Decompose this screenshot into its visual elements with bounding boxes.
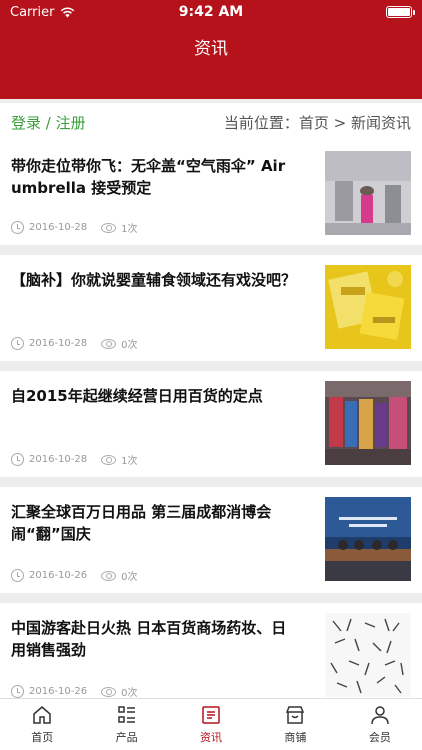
login-register-link[interactable]: 登录 / 注册: [11, 112, 86, 133]
eye-icon: [101, 338, 117, 349]
eye-icon: [101, 686, 117, 697]
article-thumbnail: [325, 151, 411, 235]
tab-home[interactable]: 首页: [0, 699, 84, 750]
article-views: 1次: [121, 456, 138, 467]
article-title: 【脑补】你就说婴童辅食领域还有戏没吧？: [11, 271, 297, 289]
user-icon: [371, 706, 389, 725]
tab-label: 商铺: [284, 731, 307, 744]
article-meta: 2016-10-28 0次: [11, 336, 138, 351]
article-views: 0次: [121, 688, 138, 699]
clock-icon: [11, 685, 24, 698]
article-title: 带你走位带你飞：无伞盖“空气雨伞” Air umbrella 接受预定: [11, 157, 286, 197]
header: Carrier 9:42 AM 资讯: [0, 0, 422, 99]
list-item[interactable]: 自2015年起继续经营日用百货的定点 2016-10-28 1次: [0, 371, 422, 477]
shop-icon: [286, 706, 305, 724]
article-date: 2016-10-26: [29, 570, 88, 581]
status-bar: Carrier 9:42 AM: [0, 0, 422, 24]
article-title: 中国游客赴日火热 日本百货商场药妆、日用销售强劲: [11, 619, 287, 659]
eye-icon: [101, 454, 117, 465]
page-title: 资讯: [194, 39, 228, 59]
battery-icon: [386, 6, 415, 18]
tab-bar: 首页 产品 资讯 商铺 会员: [0, 698, 422, 750]
article-views: 0次: [121, 572, 138, 583]
article-date: 2016-10-26: [29, 686, 88, 697]
tab-member[interactable]: 会员: [338, 699, 422, 750]
article-thumbnail: [325, 497, 411, 581]
tab-label: 资讯: [200, 731, 223, 744]
clock-icon: [11, 337, 24, 350]
list-item[interactable]: 【脑补】你就说婴童辅食领域还有戏没吧？ 2016-10-28 0次: [0, 255, 422, 361]
article-views: 1次: [121, 224, 138, 235]
clock-icon: [11, 221, 24, 234]
article-meta: 2016-10-26 0次: [11, 568, 138, 583]
clock-icon: [11, 569, 24, 582]
article-thumbnail: [325, 381, 411, 465]
tab-label: 首页: [31, 731, 54, 744]
tab-label: 产品: [115, 731, 138, 744]
article-thumbnail: [325, 265, 411, 349]
breadcrumb: 当前位置：首页 > 新闻资讯: [223, 113, 411, 132]
status-time: 9:42 AM: [178, 4, 244, 20]
article-thumbnail: [325, 613, 411, 697]
article-meta: 2016-10-26 0次: [11, 684, 138, 699]
article-list: 带你走位带你飞：无伞盖“空气雨伞” Air umbrella 接受预定 2016…: [0, 141, 422, 709]
news-icon: [202, 706, 220, 724]
article-views: 0次: [121, 340, 138, 351]
article-date: 2016-10-28: [29, 454, 88, 465]
eye-icon: [101, 222, 117, 233]
list-item[interactable]: 带你走位带你飞：无伞盖“空气雨伞” Air umbrella 接受预定 2016…: [0, 141, 422, 245]
article-date: 2016-10-28: [29, 222, 88, 233]
clock-icon: [11, 453, 24, 466]
breadcrumb-bar: 登录 / 注册 当前位置：首页 > 新闻资讯: [0, 103, 422, 141]
home-icon: [33, 706, 51, 724]
tab-news[interactable]: 资讯: [169, 699, 253, 750]
article-meta: 2016-10-28 1次: [11, 452, 138, 467]
article-meta: 2016-10-28 1次: [11, 220, 138, 235]
eye-icon: [101, 570, 117, 581]
tab-label: 会员: [368, 731, 391, 744]
list-icon: [117, 706, 135, 723]
list-item[interactable]: 中国游客赴日火热 日本百货商场药妆、日用销售强劲 2016-10-26 0次: [0, 603, 422, 709]
article-title: 自2015年起继续经营日用百货的定点: [11, 387, 263, 405]
article-date: 2016-10-28: [29, 338, 88, 349]
list-item[interactable]: 汇聚全球百万日用品 第三届成都消博会闹“翻”国庆 2016-10-26 0次: [0, 487, 422, 593]
tab-products[interactable]: 产品: [84, 699, 168, 750]
article-title: 汇聚全球百万日用品 第三届成都消博会闹“翻”国庆: [11, 503, 272, 543]
tab-shops[interactable]: 商铺: [253, 699, 337, 750]
